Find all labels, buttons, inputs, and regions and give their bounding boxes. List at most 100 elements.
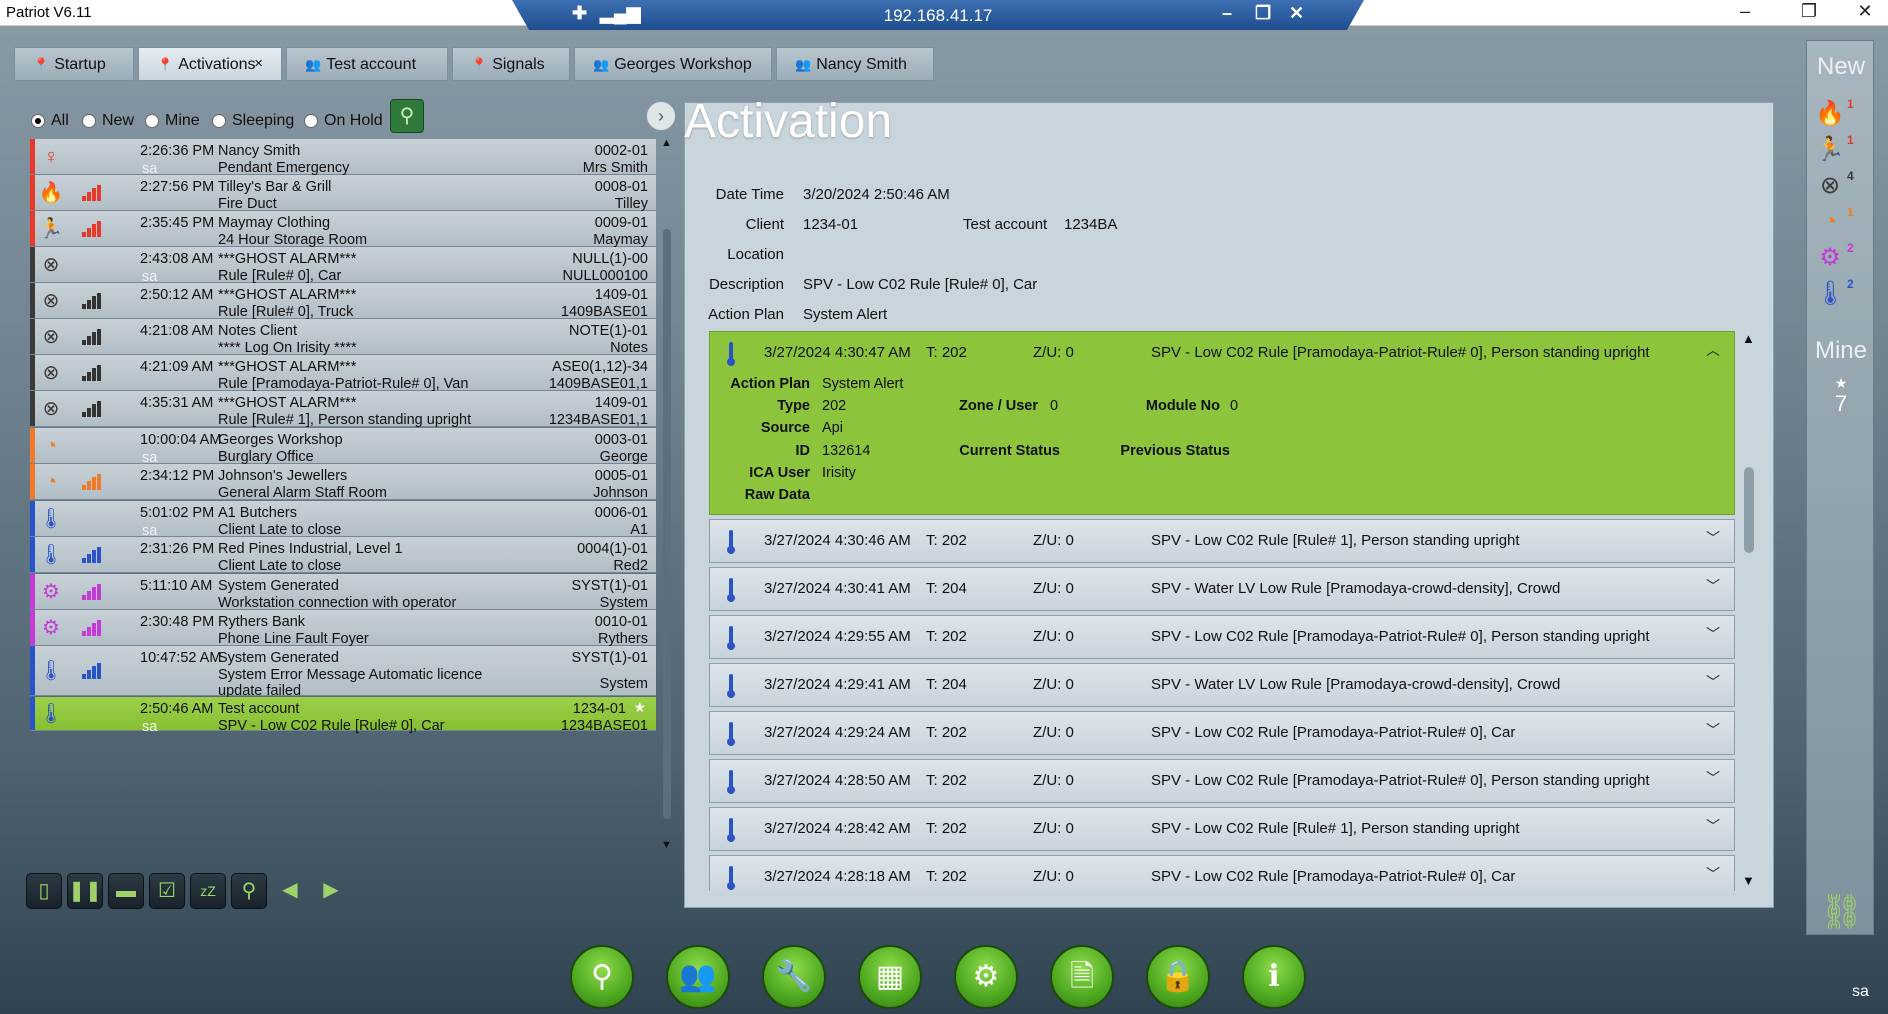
radio-icon[interactable] — [31, 114, 45, 128]
radio-icon[interactable] — [82, 114, 96, 128]
event-row[interactable]: 3/27/2024 4:29:55 AM T: 202 Z/U: 0 SPV -… — [709, 615, 1735, 659]
event-row[interactable]: 3/27/2024 4:30:46 AM T: 202 Z/U: 0 SPV -… — [709, 519, 1735, 563]
alarm-client-name: Notes Client — [218, 323, 297, 339]
lock-button[interactable]: 🔒 — [1146, 945, 1210, 1009]
alarm-row[interactable]: 🌡 5:01:02 PM sa A1 Butchers Client Late … — [30, 501, 656, 539]
maximize-button[interactable]: ❐ — [1786, 1, 1832, 22]
scroll-thumb[interactable] — [663, 229, 671, 819]
event-zone-user: Z/U: 0 — [1033, 820, 1074, 837]
close-button[interactable]: ✕ — [1842, 1, 1888, 22]
alarm-row[interactable]: ⊗ 4:21:09 AM ***GHOST ALARM*** Rule [Pra… — [30, 355, 656, 392]
calculator-button[interactable]: ▦ — [858, 945, 922, 1009]
chevron-down-icon[interactable]: ﹀ — [1706, 528, 1720, 548]
panel-toggle-button[interactable]: › — [646, 101, 676, 131]
star-icon[interactable]: ★ — [633, 699, 646, 716]
chevron-down-icon[interactable]: ﹀ — [1706, 624, 1720, 644]
scroll-down-icon[interactable]: ▼ — [1742, 873, 1755, 888]
thermometer-icon — [727, 770, 735, 794]
person-icon: 👥 — [795, 57, 812, 72]
event-row[interactable]: 3/27/2024 4:28:50 AM T: 202 Z/U: 0 SPV -… — [709, 759, 1735, 803]
filter-on-hold[interactable]: On Hold — [304, 112, 383, 130]
forward-button[interactable]: ▶ — [313, 873, 349, 909]
alarm-row[interactable]: 🔥 2:27:56 PM Tilley's Bar & Grill Fire D… — [30, 175, 656, 212]
tab-signals[interactable]: 📍 Signals — [452, 47, 570, 81]
tab-startup[interactable]: 📍 Startup — [14, 47, 134, 81]
remote-minimize-icon[interactable]: – — [1222, 3, 1232, 24]
alarm-row[interactable]: 🏃 2:35:45 PM Maymay Clothing 24 Hour Sto… — [30, 211, 656, 248]
chevron-up-icon[interactable]: ︿ — [1706, 340, 1720, 360]
maintenance-button[interactable]: 🔧 — [762, 945, 826, 1009]
alarm-row[interactable]: ⊗ 4:21:08 AM Notes Client **** Log On Ir… — [30, 319, 656, 356]
tab-georges-workshop[interactable]: 👥 Georges Workshop — [574, 47, 772, 81]
link-icon[interactable]: ⛓ — [1820, 892, 1863, 932]
event-row[interactable]: 3/27/2024 4:28:42 AM T: 202 Z/U: 0 SPV -… — [709, 807, 1735, 851]
system-gear-icon[interactable]: ⚙ — [1815, 243, 1845, 273]
users-button[interactable]: 👥 — [666, 945, 730, 1009]
alarm-row[interactable]: ⚙ 2:30:48 PM Rythers Bank Phone Line Fau… — [30, 610, 656, 647]
scroll-up-icon[interactable]: ▲ — [1742, 331, 1755, 346]
scroll-up-icon[interactable]: ▲ — [661, 137, 672, 149]
chevron-down-icon[interactable]: ﹀ — [1706, 768, 1720, 788]
minimize-button[interactable]: – — [1722, 1, 1768, 22]
alarm-row[interactable]: ◔ 10:00:04 AM sa Georges Workshop Burgla… — [30, 428, 656, 466]
radio-icon[interactable] — [145, 114, 159, 128]
sleep-button[interactable]: zZ — [190, 873, 226, 909]
scroll-down-icon[interactable]: ▼ — [661, 839, 672, 851]
phone-button[interactable]: ▯ — [26, 873, 62, 909]
radio-icon[interactable] — [304, 114, 318, 128]
reports-button[interactable]: 🗎 — [1050, 945, 1114, 1009]
alarm-list-scrollbar[interactable]: ▲ ▼ — [660, 137, 674, 855]
event-row[interactable]: 3/27/2024 4:30:41 AM T: 204 Z/U: 0 SPV -… — [709, 567, 1735, 611]
tab-activations[interactable]: 📍 Activations × — [138, 47, 282, 81]
ghost-icon[interactable]: ⊗ — [1815, 171, 1845, 201]
chevron-down-icon[interactable]: ﹀ — [1706, 816, 1720, 836]
search-button[interactable]: ⚲ — [231, 873, 267, 909]
tab-test-account[interactable]: 👥 Test account — [286, 47, 448, 81]
info-button[interactable]: i — [1242, 945, 1306, 1009]
scroll-thumb[interactable] — [1744, 467, 1754, 553]
pause-button[interactable]: ❚❚ — [67, 873, 103, 909]
filter-sleeping[interactable]: Sleeping — [212, 112, 294, 130]
event-row-expanded[interactable]: 3/27/2024 4:30:47 AM T: 202 Z/U: 0 SPV -… — [709, 331, 1735, 515]
filter-all[interactable]: All — [31, 112, 69, 130]
remote-close-icon[interactable]: ✕ — [1289, 3, 1304, 24]
chevron-down-icon[interactable]: ﹀ — [1706, 720, 1720, 740]
alarm-row[interactable]: 🌡 10:47:52 AM System Generated System Er… — [30, 646, 656, 699]
chevron-down-icon[interactable]: ﹀ — [1706, 576, 1720, 596]
remote-restore-icon[interactable]: ❐ — [1255, 3, 1271, 24]
back-button[interactable]: ◀ — [272, 873, 308, 909]
thermometer-icon — [727, 722, 735, 746]
alarm-row[interactable]: ⚙ 5:11:10 AM System Generated Workstatio… — [30, 574, 656, 611]
event-row[interactable]: 3/27/2024 4:29:41 AM T: 204 Z/U: 0 SPV -… — [709, 663, 1735, 707]
event-message: SPV - Water LV Low Rule [Pramodaya-crowd… — [1151, 580, 1561, 597]
thermometer-icon[interactable]: 🌡 — [1815, 279, 1845, 309]
alarm-account: NOTE(1)-01 — [569, 323, 648, 339]
alarms-button[interactable]: ⚲ — [570, 945, 634, 1009]
radio-icon[interactable] — [212, 114, 226, 128]
chevron-down-icon[interactable]: ﹀ — [1706, 672, 1720, 692]
fire-icon[interactable]: 🔥 — [1815, 99, 1845, 129]
alarm-row[interactable]: ⊗ 2:43:08 AM sa ***GHOST ALARM*** Rule [… — [30, 247, 656, 285]
chevron-down-icon[interactable]: ﹀ — [1706, 864, 1720, 884]
alarm-description: **** Log On Irisity **** — [218, 340, 357, 356]
filter-new[interactable]: New — [82, 112, 134, 130]
alarm-row[interactable]: ⊗ 2:50:12 AM ***GHOST ALARM*** Rule [Rul… — [30, 283, 656, 320]
alarm-row[interactable]: 🌡 2:50:46 AM sa Test account SPV - Low C… — [30, 697, 656, 735]
alarm-row[interactable]: ⊗ 4:35:31 AM ***GHOST ALARM*** Rule [Rul… — [30, 391, 656, 428]
alarm-row[interactable]: 🌡 2:31:26 PM Red Pines Industrial, Level… — [30, 537, 656, 574]
alarm-row[interactable]: ◔ 2:34:12 PM Johnson's Jewellers General… — [30, 464, 656, 501]
intruder-icon[interactable]: 🏃 — [1815, 135, 1845, 165]
event-row[interactable]: 3/27/2024 4:29:24 AM T: 202 Z/U: 0 SPV -… — [709, 711, 1735, 755]
minus-button[interactable]: ▬ — [108, 873, 144, 909]
close-icon[interactable]: × — [254, 55, 263, 72]
settings-button[interactable]: ⚙ — [954, 945, 1018, 1009]
tab-nancy-smith[interactable]: 👥 Nancy Smith — [776, 47, 934, 81]
checklist-button[interactable]: ☑ — [149, 873, 185, 909]
event-list-scrollbar[interactable]: ▲ ▼ — [1742, 331, 1756, 891]
motion-icon[interactable]: ◔ — [1815, 207, 1845, 237]
filter-mine[interactable]: Mine — [145, 112, 200, 130]
alarm-row[interactable]: ♀ 2:26:36 PM sa Nancy Smith Pendant Emer… — [30, 139, 656, 177]
id-label: ID — [795, 443, 811, 459]
filter-settings-button[interactable]: ⚲ — [390, 99, 424, 133]
event-row[interactable]: 3/27/2024 4:28:18 AM T: 202 Z/U: 0 SPV -… — [709, 855, 1735, 891]
